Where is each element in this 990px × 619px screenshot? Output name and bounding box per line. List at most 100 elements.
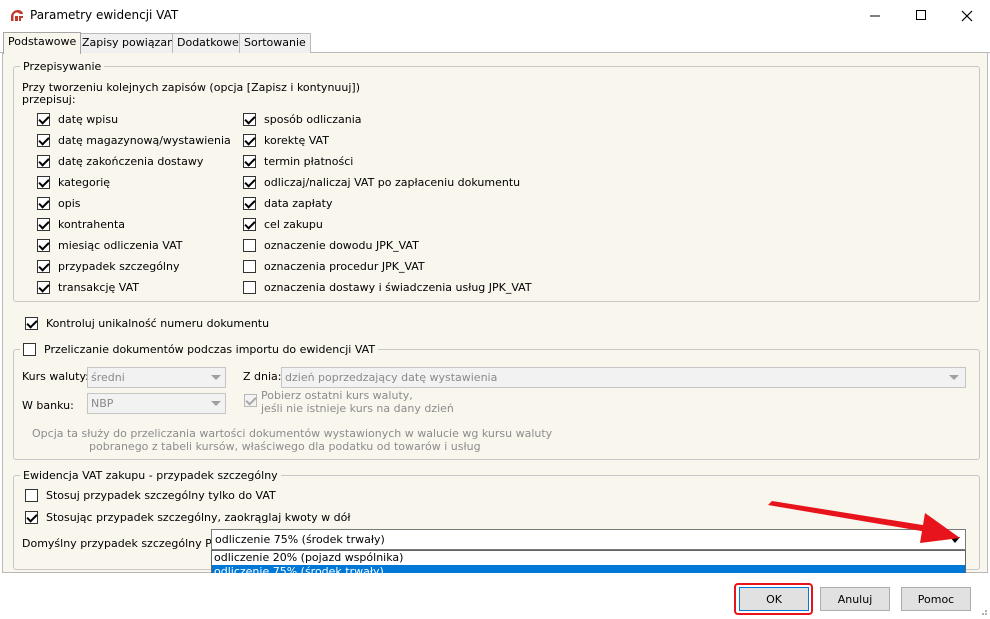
- ok-highlight-annotation: [734, 583, 813, 615]
- przepisuj-right-row[interactable]: sposób odliczania: [243, 109, 532, 130]
- przepisuj-right-checkbox[interactable]: [243, 260, 256, 273]
- tab-podstawowe[interactable]: Podstawowe: [3, 32, 82, 54]
- kurs-waluty-select[interactable]: średni: [87, 367, 226, 388]
- title-bar: Parametry ewidencji VAT: [0, 0, 990, 31]
- przepisywanie-left-list: datę wpisu datę magazynową/wystawienia dat…: [37, 109, 231, 298]
- przepisuj-right-checkbox[interactable]: [243, 155, 256, 168]
- przepisuj-left-row[interactable]: datę zakończenia dostawy: [37, 151, 231, 172]
- pomoc-button[interactable]: Pomoc: [901, 587, 971, 611]
- kurs-waluty-value: średni: [91, 371, 125, 384]
- maximize-button[interactable]: [898, 0, 944, 31]
- przepisuj-right-row[interactable]: oznaczenia dostawy i świadczenia usług J…: [243, 277, 532, 298]
- przepisywanie-group: Przepisywanie Przy tworzeniu kolejnych z…: [13, 60, 980, 302]
- przeliczanie-info-1: Opcja ta służy do przeliczania wartości …: [32, 427, 553, 440]
- przepisywanie-right-list: sposób odliczania korektę VAT termin płatn…: [243, 109, 532, 298]
- przepisuj-left-checkbox[interactable]: [37, 134, 50, 147]
- przepisuj-left-row[interactable]: datę wpisu: [37, 109, 231, 130]
- przepisuj-left-label: datę magazynową/wystawienia: [58, 134, 231, 147]
- minimize-icon: [869, 15, 880, 17]
- przepisuj-left-row[interactable]: kategorię: [37, 172, 231, 193]
- z-dnia-value: dzień poprzedzający datę wystawienia: [285, 371, 498, 384]
- anuluj-button[interactable]: Anuluj: [820, 587, 890, 611]
- ewidencja-opt2-label: Stosując przypadek szczególny, zaokrągla…: [46, 511, 351, 524]
- close-icon: [961, 10, 973, 21]
- kontroluj-label: Kontroluj unikalność numeru dokumentu: [46, 317, 270, 330]
- przepisuj-left-checkbox[interactable]: [37, 155, 50, 168]
- przepisuj-right-checkbox[interactable]: [243, 281, 256, 294]
- ewidencja-opt1-row[interactable]: Stosuj przypadek szczególny tylko do VAT: [25, 489, 276, 502]
- maximize-icon: [915, 10, 926, 20]
- przepisuj-left-row[interactable]: kontrahenta: [37, 214, 231, 235]
- chevron-down-icon: [211, 401, 221, 406]
- red-arrow-annotation: [768, 501, 960, 543]
- przepisuj-right-label: oznaczenia dostawy i świadczenia usług J…: [264, 281, 532, 294]
- przepisuj-left-checkbox[interactable]: [37, 113, 50, 126]
- window-title: Parametry ewidencji VAT: [30, 8, 179, 22]
- resize-grip-icon[interactable]: [978, 606, 988, 616]
- przepisuj-right-row[interactable]: korektę VAT: [243, 130, 532, 151]
- przepisuj-left-row[interactable]: miesiąc odliczenia VAT: [37, 235, 231, 256]
- z-dnia-select[interactable]: dzień poprzedzający datę wystawienia: [281, 367, 966, 388]
- w-banku-select[interactable]: NBP: [87, 393, 226, 414]
- ewidencja-opt2-row[interactable]: Stosując przypadek szczególny, zaokrągla…: [25, 511, 351, 524]
- przepisuj-right-row[interactable]: cel zakupu: [243, 214, 532, 235]
- ewidencja-opt2-checkbox[interactable]: [25, 511, 38, 524]
- przepisuj-left-row[interactable]: opis: [37, 193, 231, 214]
- przepisuj-left-label: miesiąc odliczenia VAT: [58, 239, 183, 252]
- przepisuj-right-checkbox[interactable]: [243, 134, 256, 147]
- przepisuj-left-row[interactable]: transakcję VAT: [37, 277, 231, 298]
- pit-select-value: odliczenie 75% (środek trwały): [215, 533, 385, 546]
- przepisuj-left-checkbox[interactable]: [37, 281, 50, 294]
- kontroluj-checkbox[interactable]: [25, 317, 38, 330]
- pobierz-kurs-label-2: jeśli nie istnieje kurs na dany dzień: [261, 402, 454, 415]
- przeliczanie-checkbox[interactable]: [23, 343, 36, 356]
- przepisuj-right-checkbox[interactable]: [243, 113, 256, 126]
- tab-dodatkowe[interactable]: Dodatkowe: [172, 33, 244, 53]
- przepisuj-right-row[interactable]: termin płatności: [243, 151, 532, 172]
- przepisuj-left-label: datę zakończenia dostawy: [58, 155, 204, 168]
- przepisuj-left-checkbox[interactable]: [37, 176, 50, 189]
- przepisuj-right-checkbox[interactable]: [243, 176, 256, 189]
- w-banku-label: W banku:: [22, 399, 74, 412]
- pit-label: Domyślny przypadek szczególny PIT:: [22, 537, 225, 550]
- przepisuj-left-label: datę wpisu: [58, 113, 119, 126]
- z-dnia-label: Z dnia:: [243, 370, 282, 383]
- kurs-waluty-label: Kurs waluty:: [22, 370, 89, 383]
- przepisuj-right-label: odliczaj/naliczaj VAT po zapłaceniu doku…: [264, 176, 521, 189]
- przepisuj-right-label: oznaczenia procedur JPK_VAT: [264, 260, 425, 273]
- pobierz-kurs-checkbox[interactable]: [244, 394, 257, 407]
- przepisuj-right-row[interactable]: oznaczenia procedur JPK_VAT: [243, 256, 532, 277]
- tab-zapisy-powiazane[interactable]: Zapisy powiązane: [77, 33, 186, 53]
- kontroluj-checkbox-row[interactable]: Kontroluj unikalność numeru dokumentu: [25, 317, 269, 330]
- przepisuj-right-label: cel zakupu: [264, 218, 323, 231]
- przepisuj-left-row[interactable]: datę magazynową/wystawienia: [37, 130, 231, 151]
- close-button[interactable]: [944, 0, 990, 31]
- przepisuj-left-label: transakcję VAT: [58, 281, 139, 294]
- przepisuj-left-label: opis: [58, 197, 81, 210]
- ewidencja-legend: Ewidencja VAT zakupu - przypadek szczegó…: [20, 469, 281, 482]
- przepisuj-right-checkbox[interactable]: [243, 218, 256, 231]
- przepisuj-left-checkbox[interactable]: [37, 260, 50, 273]
- ewidencja-opt1-checkbox[interactable]: [25, 489, 38, 502]
- app-logo-icon: [11, 10, 23, 21]
- przepisuj-left-label: kategorię: [58, 176, 111, 189]
- minimize-button[interactable]: [852, 0, 898, 31]
- przepisuj-right-checkbox[interactable]: [243, 239, 256, 252]
- tab-sortowanie[interactable]: Sortowanie: [239, 33, 311, 53]
- przepisuj-left-checkbox[interactable]: [37, 239, 50, 252]
- przepisuj-right-label: termin płatności: [264, 155, 354, 168]
- pit-option-20[interactable]: odliczenie 20% (pojazd wspólnika): [212, 551, 965, 565]
- przepisuj-left-checkbox[interactable]: [37, 218, 50, 231]
- przepisuj-right-row[interactable]: odliczaj/naliczaj VAT po zapłaceniu doku…: [243, 172, 532, 193]
- przepisuj-right-checkbox[interactable]: [243, 197, 256, 210]
- przepisuj-right-label: oznaczenie dowodu JPK_VAT: [264, 239, 419, 252]
- przepisuj-right-label: data zapłaty: [264, 197, 333, 210]
- przeliczanie-info-2: pobranego z tabeli kursów, właściwego dl…: [89, 440, 481, 453]
- przepisuj-left-checkbox[interactable]: [37, 197, 50, 210]
- przepisywanie-legend: Przepisywanie: [20, 60, 105, 73]
- przeliczanie-legend-row[interactable]: Przeliczanie dokumentów podczas importu …: [20, 343, 379, 356]
- przepisuj-left-row[interactable]: przypadek szczególny: [37, 256, 231, 277]
- przepisuj-right-row[interactable]: oznaczenie dowodu JPK_VAT: [243, 235, 532, 256]
- przepisuj-right-row[interactable]: data zapłaty: [243, 193, 532, 214]
- przepisywanie-intro2: przepisuj:: [22, 93, 76, 106]
